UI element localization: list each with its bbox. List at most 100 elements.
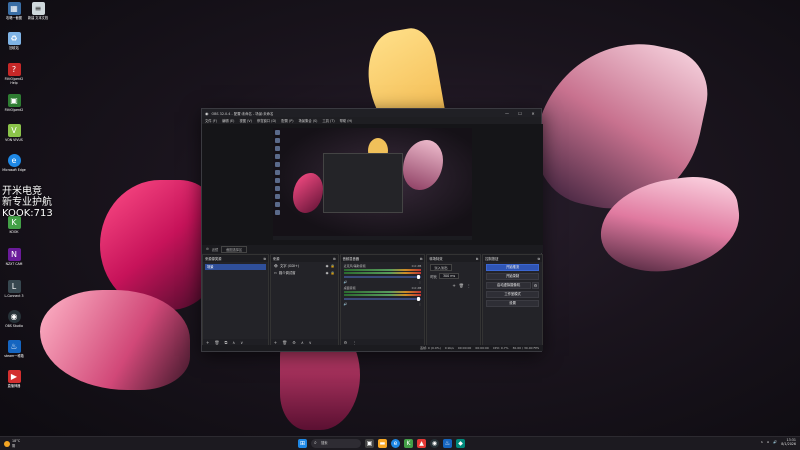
lock-icon[interactable]: 🔒 [330, 271, 334, 275]
window-select-dropdown[interactable]: 截图选择区 [221, 245, 248, 253]
scene-item[interactable]: 场景 [205, 264, 266, 270]
source-item[interactable]: 👁 文字 (GDI+) ◉ 🔒 [271, 262, 338, 269]
more-icon[interactable]: ⋮ [467, 283, 471, 288]
edge-icon[interactable]: e [391, 439, 400, 448]
obs-icon[interactable]: ◉ [430, 439, 439, 448]
dropped-frames: 丢帧: 0 (0.0%) [419, 346, 441, 350]
cpu-usage: CPU: 0.7% [492, 346, 509, 350]
desktop-icon-screenshot[interactable]: ▦ 攻略一截图 [2, 2, 26, 20]
visibility-icon[interactable]: ◉ [326, 271, 329, 275]
obs-logo-icon: ◉ [205, 110, 209, 116]
desktop-icon-edge[interactable]: e Microsoft Edge [2, 154, 26, 172]
mixer-channel: 桌面音频 0.0 dB 🔊 ⋮ [343, 286, 422, 306]
settings-button[interactable]: 设置 [486, 300, 539, 307]
network-icon[interactable]: ⌂ [767, 440, 769, 444]
lock-icon[interactable]: 🔒 [330, 264, 334, 268]
desktop-icon-steam[interactable]: ♨ steam一堆箱 [2, 340, 26, 358]
desktop-icon-text-doc[interactable]: ≡ 新建 文本文档 [26, 2, 50, 20]
dock-menu-icon[interactable]: ⧉ [538, 257, 540, 261]
desktop-icon-obs[interactable]: ◉ OBS Studio [2, 310, 26, 328]
speaker-icon[interactable]: 🔊 [344, 302, 348, 306]
channel-name: 桌面音频 [343, 286, 356, 290]
level-meter [343, 272, 422, 274]
transition-select[interactable]: 淡入淡出 [430, 264, 452, 271]
dock-menu-icon[interactable]: ⧉ [476, 257, 478, 261]
source-name: 文字 (GDI+) [279, 264, 300, 268]
speaker-icon[interactable]: 🔊 [344, 280, 348, 284]
search-box[interactable]: 搜索 [311, 439, 361, 448]
controls-dock-title: 控制按钮 [485, 257, 499, 261]
start-icon[interactable]: ⊞ [298, 439, 307, 448]
source-item[interactable]: ▭ 媒介调试窗 ◉ 🔒 [271, 269, 338, 276]
weather-widget[interactable]: 18°C 阴 [4, 439, 20, 448]
kook-icon[interactable]: K [404, 439, 413, 448]
live-icon: ▶ [7, 370, 21, 383]
gear-icon[interactable]: ⋮ [418, 302, 421, 306]
desktop-icon-recycle-bin[interactable]: ♻ 回收站 [2, 32, 26, 50]
add-transition-icon[interactable]: + [452, 283, 455, 288]
recycle-bin-icon: ♻ [7, 32, 21, 45]
gear-icon[interactable]: ⚙ [532, 282, 539, 289]
volume-slider[interactable] [343, 275, 422, 279]
menu-profile[interactable]: 配置 (P) [281, 118, 293, 123]
start-recording-button[interactable]: 开始录制 [486, 273, 539, 280]
watermark-line: KOOK:713 [2, 208, 53, 219]
gear-icon[interactable]: ⋮ [418, 280, 421, 284]
file-explorer-icon[interactable]: ▬ [378, 439, 387, 448]
chevron-up-icon[interactable]: ∧ [761, 440, 763, 444]
volume-slider[interactable] [343, 297, 422, 301]
studio-mode-button[interactable]: 工作室模式 [486, 291, 539, 298]
menu-bar: 文件 (F) 编辑 (E) 视图 (V) 停靠窗口 (D) 配置 (P) 场景集… [202, 117, 541, 124]
obs-window: ◉ OBS 32.0.4 - 配置:未命名 - 场景:未命名 — ☐ ✕ 文件 … [201, 108, 543, 352]
bitrate: 0 kb/s [444, 346, 454, 350]
desktop-icon-l-connect[interactable]: L L-Connect 3 [2, 280, 26, 298]
start-virtual-camera-button[interactable]: 启动虚拟摄像机 [486, 282, 531, 289]
desktop-icon-live[interactable]: ▶ 直播神器 [2, 370, 26, 388]
task-view-icon[interactable]: ▣ [365, 439, 374, 448]
remove-transition-icon[interactable]: 🗑 [459, 283, 464, 288]
slider-knob[interactable] [417, 275, 421, 279]
level-meter [343, 294, 422, 296]
filter-button[interactable]: 滤镜 [212, 247, 218, 252]
menu-tools[interactable]: 工具 (T) [322, 118, 334, 123]
duration-label: 时长 [430, 274, 437, 279]
menu-docks[interactable]: 停靠窗口 (D) [257, 118, 276, 123]
sources-dock-title: 来源 [272, 257, 280, 261]
desktop-icon-app[interactable]: ▣ FlitIO/pent2 [2, 94, 26, 112]
watermark-line: 开米电竞 [2, 186, 42, 197]
source-toolbar: ⚙ 滤镜 截图选择区 [202, 245, 543, 253]
app-icon: ▣ [7, 94, 21, 107]
close-button[interactable]: ✕ [528, 111, 538, 116]
menu-help[interactable]: 帮助 (H) [340, 118, 353, 123]
level-meter [343, 269, 422, 271]
dock-menu-icon[interactable]: ⧉ [333, 257, 335, 261]
volume-icon[interactable]: 🔊 [773, 440, 777, 444]
preview-area[interactable] [202, 124, 543, 245]
minimize-button[interactable]: — [502, 111, 512, 116]
image-file-icon: ▦ [7, 2, 21, 15]
steam-icon[interactable]: ♨ [443, 439, 452, 448]
preview-wallpaper-shape [403, 140, 443, 190]
menu-scene-collection[interactable]: 场景集合 (S) [298, 118, 317, 123]
desktop-icon-nzxt-cam[interactable]: N NZXT CAM [2, 248, 26, 266]
desktop-icon-help[interactable]: ? FlitIO/pent2 Help [2, 63, 26, 85]
preview-canvas[interactable] [273, 128, 472, 240]
menu-edit[interactable]: 编辑 (E) [222, 118, 234, 123]
dock-menu-icon[interactable]: ⧉ [420, 257, 422, 261]
gear-icon[interactable]: ⚙ [206, 247, 209, 251]
window-icon: ▭ [273, 270, 277, 275]
title-bar[interactable]: ◉ OBS 32.0.4 - 配置:未命名 - 场景:未命名 — ☐ ✕ [202, 109, 541, 117]
dock-menu-icon[interactable]: ⧉ [263, 257, 265, 261]
start-streaming-button[interactable]: 开始推流 [486, 264, 539, 271]
nvidia-icon[interactable]: ◆ [456, 439, 465, 448]
app-icon[interactable]: ▲ [417, 439, 426, 448]
duration-input[interactable]: 300 ms [438, 273, 460, 279]
mixer-channel: 麦克风/辅助音频 0.0 dB 🔊 ⋮ [343, 264, 422, 284]
maximize-button[interactable]: ☐ [515, 111, 525, 116]
menu-view[interactable]: 视图 (V) [239, 118, 251, 123]
slider-knob[interactable] [417, 297, 421, 301]
visibility-icon[interactable]: ◉ [326, 264, 329, 268]
menu-file[interactable]: 文件 (F) [205, 118, 217, 123]
clock[interactable]: 13:31 8/1/2026 [781, 438, 796, 446]
desktop-icon-von-vivus[interactable]: V VON VIVUS [2, 124, 26, 142]
